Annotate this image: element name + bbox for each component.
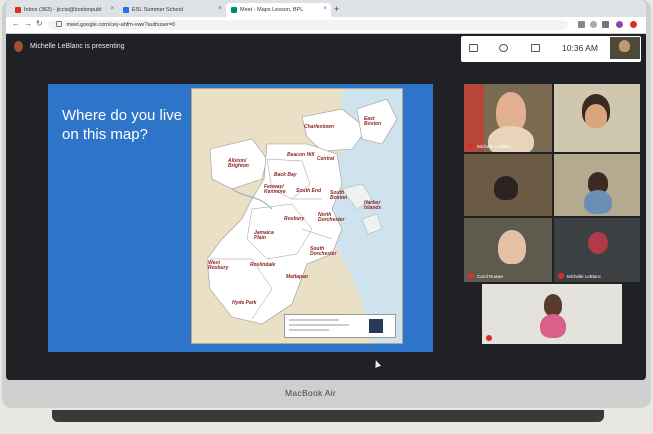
- tab-meet[interactable]: Meet - Maps Lesson, BPL ×: [226, 3, 331, 17]
- tab-esl[interactable]: ESL Summer School ×: [118, 3, 226, 17]
- neighborhood-label: Harbor Islands: [364, 200, 382, 211]
- neighborhood-label: Back Bay: [274, 172, 297, 178]
- menu-icon[interactable]: [630, 21, 637, 28]
- meet-top-controls: 10:36 AM: [461, 36, 641, 62]
- neighborhood-label: Central: [317, 156, 335, 162]
- presentation-slide: Where do you live on this map? Charlesto…: [48, 84, 433, 352]
- participant-name: [486, 335, 495, 341]
- meet-window: Michelle LeBlanc is presenting 10:36 AM …: [6, 34, 646, 380]
- new-tab-button[interactable]: +: [334, 4, 339, 14]
- lock-icon: [56, 21, 62, 27]
- profile-avatar[interactable]: [616, 21, 623, 28]
- neighborhood-label: South End: [296, 188, 321, 194]
- neighborhood-label: Hyde Park: [232, 300, 257, 306]
- participant-name-text: Michelle LeBlanc: [567, 273, 602, 279]
- forward-icon[interactable]: →: [24, 19, 32, 28]
- participant-name: Michelle LeBlanc: [558, 273, 601, 279]
- neighborhood-label: East Boston: [364, 116, 382, 127]
- neighborhood-label: North Dorchester: [318, 212, 345, 223]
- tab-label: Meet - Maps Lesson, BPL: [240, 7, 304, 13]
- participant-name-text: Carol Rowan: [477, 273, 504, 279]
- tab-close-icon[interactable]: ×: [110, 6, 114, 12]
- tab-gmail[interactable]: Inbox (363) - jiccio@bostonpubl ×: [10, 3, 118, 17]
- participant-tile[interactable]: [554, 84, 640, 152]
- neighborhood-label: Allston/ Brighton: [228, 158, 249, 169]
- mic-off-icon: [558, 273, 564, 279]
- self-view-thumbnail[interactable]: [610, 37, 640, 59]
- reload-icon[interactable]: ↻: [36, 19, 43, 28]
- extension-icon[interactable]: [590, 21, 597, 28]
- neighborhood-label: Roxbury: [284, 216, 305, 222]
- laptop-body: Inbox (363) - jiccio@bostonpubl × ESL Su…: [2, 0, 651, 408]
- neighborhood-label: South Dorchester: [310, 246, 337, 257]
- participant-grid: Michelle LeBlanc Carol Rowan Michelle Le…: [464, 84, 640, 352]
- neighborhood-label: Jamaica Plain: [254, 230, 274, 241]
- address-bar[interactable]: meet.google.com/cey-ahfm-vwe?authuser=0: [48, 20, 568, 30]
- person: [584, 190, 612, 214]
- neighborhood-label: Charlestown: [304, 124, 335, 130]
- presenter-text: Michelle LeBlanc is presenting: [30, 42, 125, 50]
- neighborhood-label: South Boston: [330, 190, 348, 201]
- laptop-brand: MacBook Air: [285, 388, 337, 398]
- background-object: [464, 84, 484, 152]
- participant-tile[interactable]: Carol Rowan: [464, 218, 552, 282]
- extension-icon[interactable]: [602, 21, 609, 28]
- extension-icon[interactable]: [578, 21, 585, 28]
- mic-off-icon: [468, 273, 474, 279]
- person: [585, 104, 607, 128]
- tab-close-icon[interactable]: ×: [323, 6, 327, 12]
- neighborhood-label: Mattapan: [286, 274, 308, 280]
- mic-off-icon: [486, 335, 492, 341]
- tab-close-icon[interactable]: ×: [218, 6, 222, 12]
- person: [494, 176, 518, 200]
- participant-name: Michelle LeBlanc: [468, 143, 511, 149]
- people-icon[interactable]: [499, 44, 508, 52]
- participant-tile[interactable]: Michelle LeBlanc: [464, 84, 552, 152]
- neighborhood-label: West Roxbury: [208, 260, 229, 271]
- chat-icon[interactable]: [531, 44, 540, 52]
- layout-icon[interactable]: [469, 44, 478, 52]
- screen: Inbox (363) - jiccio@bostonpubl × ESL Su…: [6, 0, 646, 380]
- participant-tile[interactable]: [554, 154, 640, 216]
- participant-tile[interactable]: Michelle LeBlanc: [554, 218, 640, 282]
- call-controls-bar: [6, 354, 646, 380]
- participant-tile[interactable]: [482, 284, 622, 344]
- avatar: [588, 232, 608, 254]
- neighborhood-label: Fenway/ Kenmore: [264, 184, 286, 195]
- meet-icon: [231, 7, 237, 13]
- presenter-indicator: Michelle LeBlanc is presenting: [14, 39, 125, 53]
- person: [544, 294, 562, 316]
- url-text: meet.google.com/cey-ahfm-vwe?authuser=0: [66, 22, 176, 28]
- person: [498, 230, 526, 264]
- site-icon: [123, 7, 129, 13]
- participant-tile[interactable]: [464, 154, 552, 216]
- boston-neighborhood-map: Charlestown East Boston Allston/ Brighto…: [191, 88, 403, 344]
- participant-name-text: Michelle LeBlanc: [477, 143, 512, 149]
- back-icon[interactable]: ←: [12, 19, 20, 28]
- mic-off-icon: [468, 143, 474, 149]
- map-legend: [284, 314, 396, 338]
- neighborhood-label: Roslindale: [250, 262, 276, 268]
- legend-graphic: [289, 319, 383, 333]
- neighborhood-label: Beacon Hill: [287, 152, 315, 158]
- laptop-hinge: [52, 410, 604, 422]
- person: [540, 314, 566, 338]
- browser-tabstrip: Inbox (363) - jiccio@bostonpubl × ESL Su…: [6, 0, 646, 17]
- person: [619, 40, 630, 52]
- presenter-avatar: [14, 40, 23, 52]
- slide-title: Where do you live on this map?: [62, 107, 183, 143]
- tab-label: ESL Summer School: [132, 7, 183, 13]
- gmail-icon: [15, 7, 21, 13]
- clock: 10:36 AM: [562, 43, 598, 53]
- browser-toolbar: ← → ↻ meet.google.com/cey-ahfm-vwe?authu…: [6, 17, 646, 34]
- participant-name: Carol Rowan: [468, 273, 503, 279]
- tab-label: Inbox (363) - jiccio@bostonpubl: [24, 7, 102, 13]
